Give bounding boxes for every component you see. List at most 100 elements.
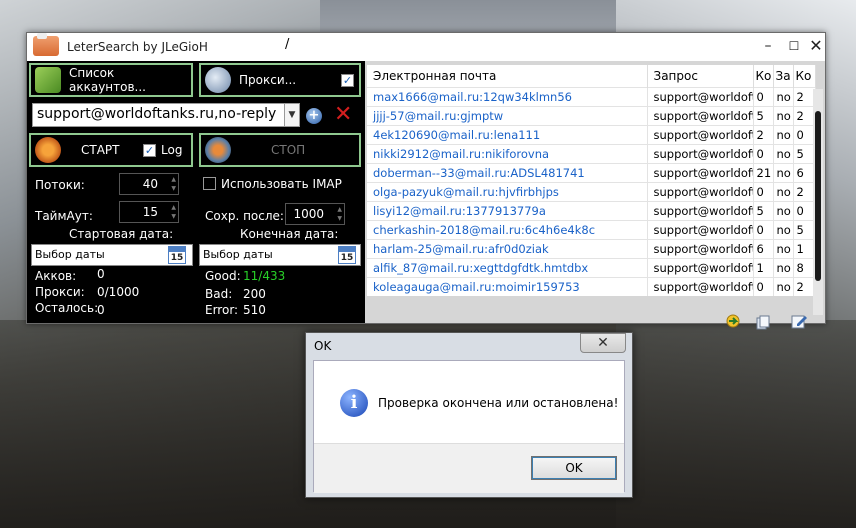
close-button[interactable]: ✕ [803, 35, 829, 57]
cell-count: 2 [753, 124, 774, 144]
query-combo-arrow[interactable]: ▼ [284, 103, 300, 127]
good-label: Good: [205, 269, 241, 283]
table-row[interactable]: olga-pazyuk@mail.ru:hjvfirbhjps support@w… [367, 181, 816, 201]
cell-request: support@worldoft [647, 257, 754, 277]
log-label: Log [161, 143, 183, 157]
table-row[interactable]: koleagauga@mail.ru:moimir159753 support@w… [367, 276, 816, 296]
cell-count: 0 [753, 86, 774, 106]
cell-flag: no [773, 257, 794, 277]
add-icon[interactable]: + [306, 108, 322, 124]
save-after-label: Сохр. после: [205, 209, 284, 223]
cell-count: 1 [753, 257, 774, 277]
dialog-footer: OK [314, 443, 624, 493]
info-icon: i [340, 389, 368, 417]
table-row[interactable]: max1666@mail.ru:12qw34klmn56 support@worl… [367, 86, 816, 106]
scrollbar-thumb[interactable] [815, 111, 821, 281]
cell-flag: no [773, 105, 794, 125]
timeout-spinner[interactable]: 15 [119, 201, 179, 223]
header-count[interactable]: Ко [753, 65, 774, 87]
copy-icon[interactable] [755, 315, 771, 331]
export-icon[interactable] [725, 313, 741, 329]
cell-count: 0 [753, 276, 774, 296]
cell-request: support@worldoft [647, 276, 754, 296]
accs-value: 0 [97, 267, 105, 281]
stop-button-label: СТОП [271, 143, 306, 157]
cell-email: nikki2912@mail.ru:nikiforovna [367, 143, 648, 163]
table-row[interactable]: nikki2912@mail.ru:nikiforovna support@wor… [367, 143, 816, 163]
results-panel: Электронная почта Запрос Ко За Ко max166… [365, 61, 825, 330]
log-checkbox[interactable]: ✓ [143, 144, 156, 157]
cell-flag: no [773, 219, 794, 239]
proxy-checkbox[interactable]: ✓ [341, 74, 354, 87]
cell-request: support@worldoft [647, 143, 754, 163]
table-row[interactable]: jjjj-57@mail.ru:gjmptw support@worldoft 5 n… [367, 105, 816, 125]
left-label: Осталось: [35, 301, 99, 315]
proxy-icon [205, 67, 231, 93]
cell-request: support@worldoft [647, 219, 754, 239]
header-flag[interactable]: За [773, 65, 794, 87]
left-value: 0 [97, 303, 105, 317]
cell-request: support@worldoft [647, 162, 754, 182]
app-folder-icon [33, 33, 59, 56]
proxy-count-label: Прокси: [35, 285, 85, 299]
stop-button[interactable]: СТОП [199, 133, 361, 167]
header-count2[interactable]: Ко [793, 65, 816, 87]
edit-icon[interactable] [791, 313, 807, 329]
cell-count: 5 [753, 200, 774, 220]
accounts-button[interactable]: Список аккаунтов... [29, 63, 193, 97]
dialog-close-button[interactable]: ✕ [580, 333, 626, 353]
cell-email: lisyi12@mail.ru:1377913779a [367, 200, 648, 220]
dialog-title: OK [314, 339, 332, 353]
cell-email: jjjj-57@mail.ru:gjmptw [367, 105, 648, 125]
window-title: LeterSearch by JLeGioH [67, 40, 208, 54]
cell-count: 5 [753, 105, 774, 125]
table-row[interactable]: doberman--33@mail.ru:ADSL481741 support@w… [367, 162, 816, 182]
table-row[interactable]: harlam-25@mail.ru:afr0d0ziak support@worl… [367, 238, 816, 258]
cell-count2: 2 [793, 181, 816, 201]
cell-count2: 6 [793, 162, 816, 182]
ok-button[interactable]: OK [531, 456, 617, 480]
dialog-body: i Проверка окончена или остановлена! OK [313, 360, 625, 493]
table-row[interactable]: cherkashin-2018@mail.ru:6c4h6e4k8c suppor… [367, 219, 816, 239]
header-request[interactable]: Запрос [647, 65, 754, 87]
proxy-button-label: Прокси... [239, 73, 297, 87]
end-date-field[interactable]: Выбор даты [199, 244, 361, 266]
cell-email: cherkashin-2018@mail.ru:6c4h6e4k8c [367, 219, 648, 239]
cell-request: support@worldoft [647, 86, 754, 106]
table-row[interactable]: lisyi12@mail.ru:1377913779a support@world… [367, 200, 816, 220]
proxy-button[interactable]: Прокси... ✓ [199, 63, 361, 97]
table-scrollbar[interactable] [813, 89, 823, 315]
table-row[interactable]: alfik_87@mail.ru:xegttdgfdtk.hmtdbx suppo… [367, 257, 816, 277]
accounts-button-label: Список аккаунтов... [69, 66, 146, 94]
end-date-label: Конечная дата: [240, 227, 339, 241]
imap-checkbox[interactable] [203, 177, 216, 190]
error-value: 510 [243, 303, 266, 317]
header-email[interactable]: Электронная почта [367, 65, 648, 87]
start-calendar-icon[interactable]: 15 [168, 246, 186, 264]
cell-email: koleagauga@mail.ru:moimir159753 [367, 276, 648, 296]
stop-icon [205, 137, 231, 163]
query-combo[interactable]: support@worldoftanks.ru,no-reply [32, 103, 300, 127]
title-bar[interactable]: LeterSearch by JLeGioH / – ☐ ✕ [27, 33, 825, 61]
cell-email: max1666@mail.ru:12qw34klmn56 [367, 86, 648, 106]
end-calendar-icon[interactable]: 15 [338, 246, 356, 264]
cell-flag: no [773, 124, 794, 144]
cell-count2: 0 [793, 124, 816, 144]
delete-icon[interactable]: ✕ [334, 103, 352, 127]
cell-count2: 1 [793, 238, 816, 258]
cell-count: 0 [753, 219, 774, 239]
cell-count2: 5 [793, 143, 816, 163]
minimize-button[interactable]: – [755, 35, 781, 57]
cell-count2: 2 [793, 86, 816, 106]
table-row[interactable]: 4ek120690@mail.ru:lena111 support@worldof… [367, 124, 816, 144]
start-button[interactable]: СТАРТ ✓ Log [29, 133, 193, 167]
title-mark: / [285, 37, 290, 52]
threads-spinner[interactable]: 40 [119, 173, 179, 195]
cell-flag: no [773, 143, 794, 163]
good-value: 11/433 [243, 269, 286, 283]
cell-flag: no [773, 86, 794, 106]
cell-count2: 0 [793, 200, 816, 220]
cell-flag: no [773, 276, 794, 296]
save-after-spinner[interactable]: 1000 [285, 203, 345, 225]
cell-flag: no [773, 181, 794, 201]
